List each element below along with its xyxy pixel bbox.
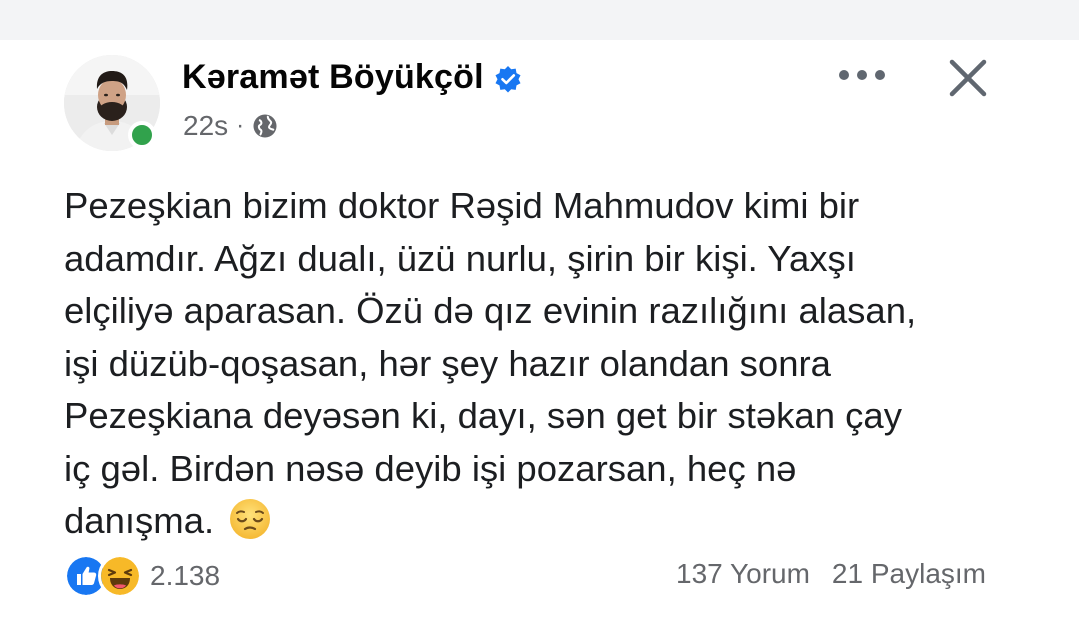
engagement-counts: 137 Yorum 21 Paylaşım <box>676 558 986 590</box>
post-text-line: Pezeşkian bizim doktor Rəşid Mahmudov ki… <box>64 185 860 226</box>
post-meta: 22s · <box>183 110 278 142</box>
post-text: Pezeşkian bizim doktor Rəşid Mahmudov ki… <box>64 180 1024 548</box>
close-icon <box>949 59 987 97</box>
comments-count[interactable]: 137 Yorum <box>676 558 810 590</box>
post-text-line: danışma. <box>64 500 215 541</box>
top-background-band <box>0 0 1079 40</box>
haha-icon <box>98 554 142 598</box>
more-options-button[interactable] <box>832 60 892 90</box>
post-timestamp[interactable]: 22s <box>183 110 228 142</box>
globe-icon[interactable] <box>252 113 278 139</box>
reaction-count[interactable]: 2.138 <box>150 560 220 592</box>
author-avatar[interactable] <box>64 55 160 151</box>
shares-count[interactable]: 21 Paylaşım <box>832 558 986 590</box>
post-text-line: işi düzüb-qoşasan, hər şey hazır olandan… <box>64 342 831 384</box>
post-text-last-line: danışma. <box>64 495 1024 548</box>
close-button[interactable] <box>940 50 996 106</box>
pensive-face-icon <box>230 499 271 539</box>
online-status-dot <box>128 121 156 149</box>
meta-separator: · <box>236 112 245 139</box>
author-row: Kəramət Böyükçöl <box>182 58 522 97</box>
author-name[interactable]: Kəramət Böyükçöl <box>182 58 484 97</box>
reactions-summary[interactable]: 2.138 <box>64 554 220 598</box>
more-options-icon <box>839 70 885 80</box>
post-text-line: adamdır. Ağzı dualı, üzü nurlu, şirin bi… <box>64 237 856 279</box>
post-text-line: elçiliyə aparasan. Özü də qız evinin raz… <box>64 290 917 331</box>
verified-badge-icon <box>495 65 521 92</box>
facebook-post: Kəramət Böyükçöl 22s · Pezeşkian bizim d… <box>0 40 1079 631</box>
post-text-line: iç gəl. Birdən nəsə deyib işi pozarsan, … <box>64 447 797 489</box>
post-text-line: Pezeşkiana deyəsən ki, dayı, sən get bir… <box>64 395 902 436</box>
